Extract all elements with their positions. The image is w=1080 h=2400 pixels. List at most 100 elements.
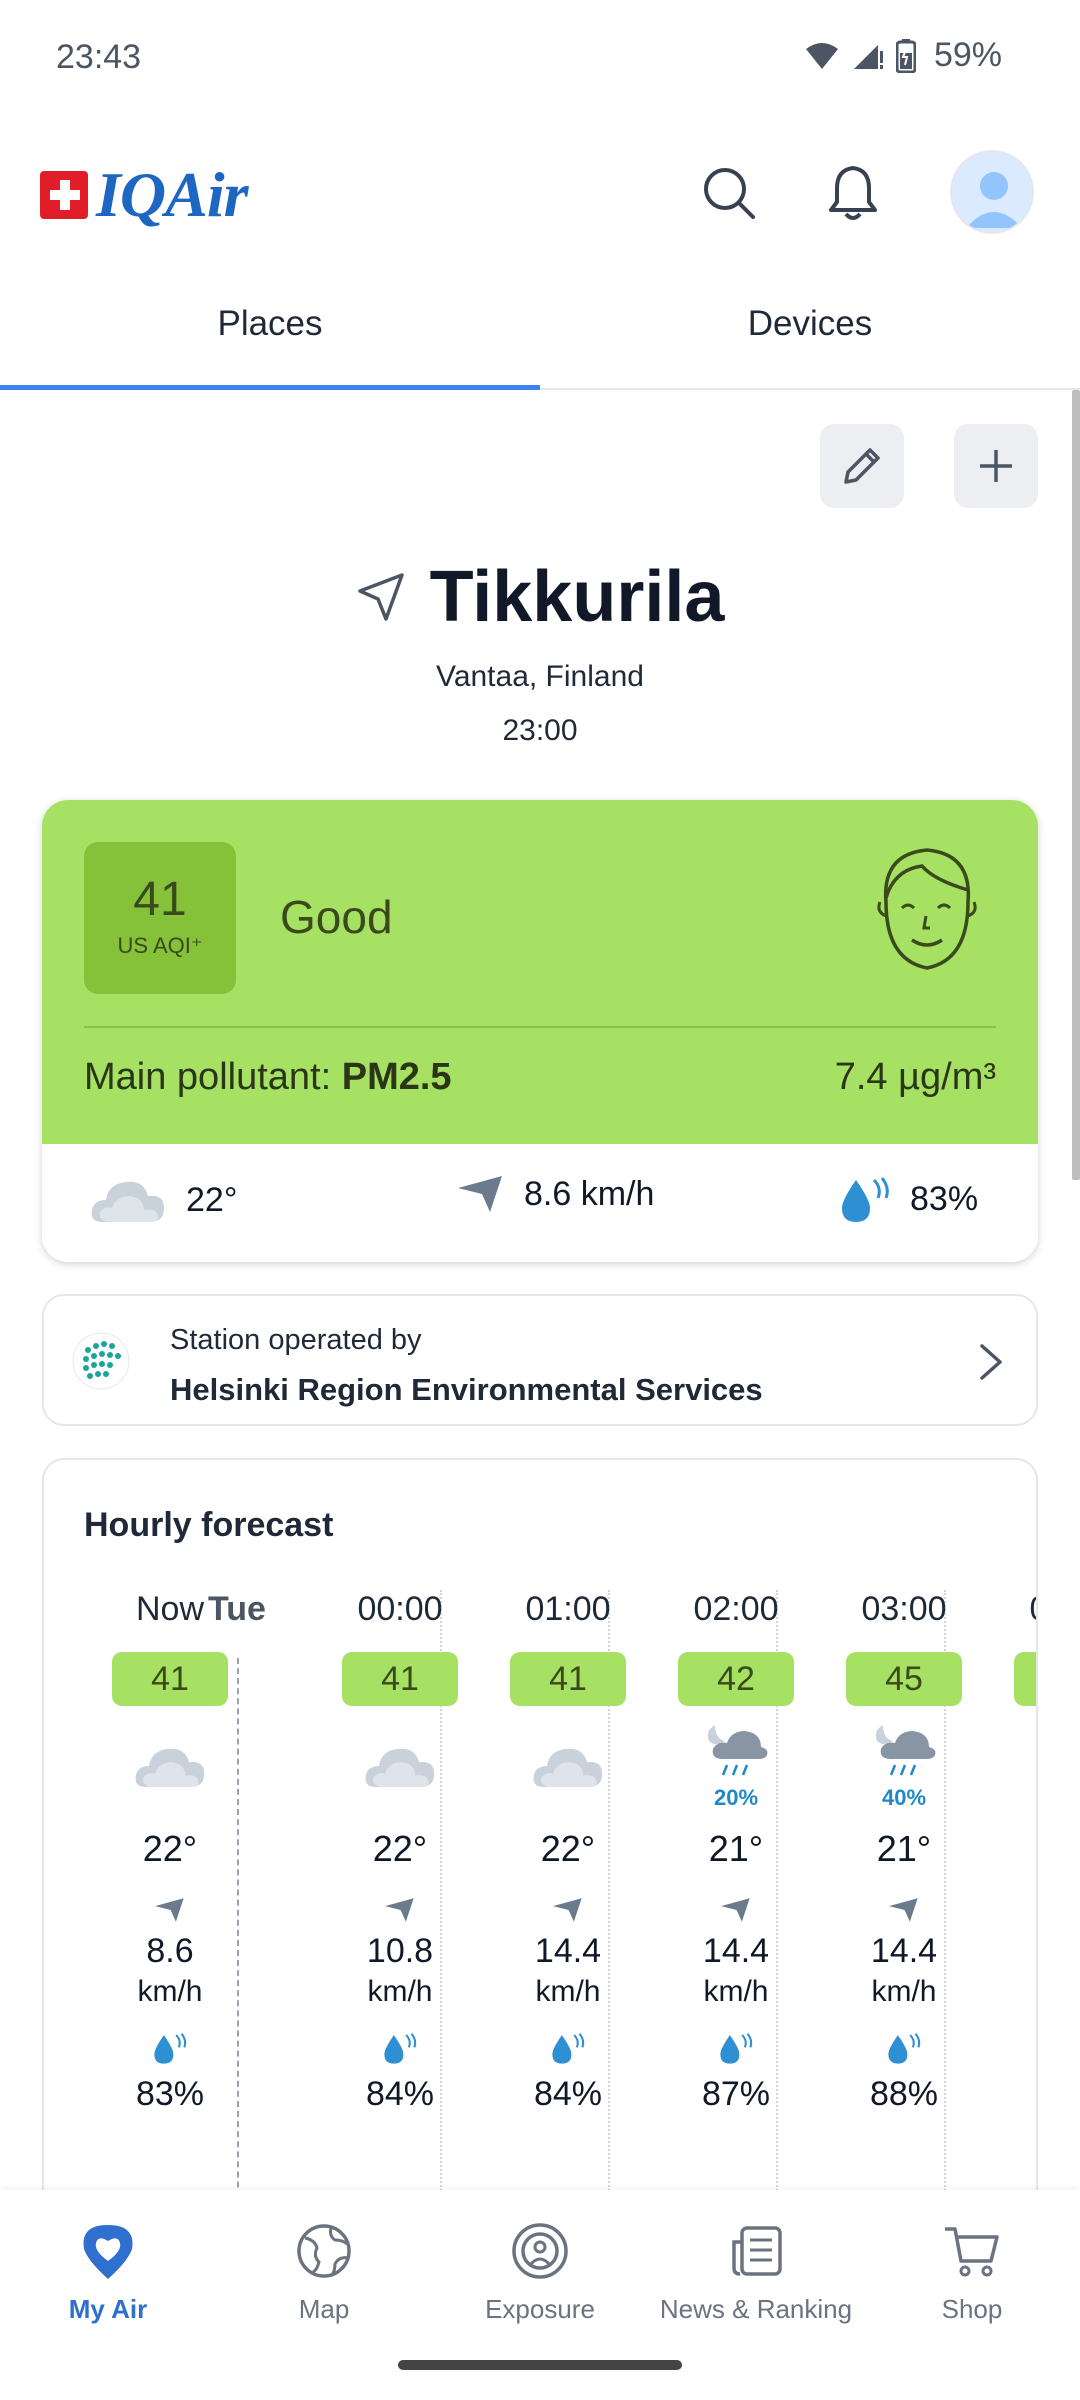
forecast-wind-speed: 14.4 <box>870 1932 938 1970</box>
forecast-wind-icon <box>484 1888 652 1932</box>
hourly-forecast-card[interactable]: Hourly forecast Tue Now 41 22° 8.6 km/h 83% 00… <box>42 1458 1038 2200</box>
aqi-level: Good <box>280 891 393 943</box>
forecast-aqi-badge: 41 <box>510 1652 626 1706</box>
forecast-time: 02:00 <box>693 1590 779 1628</box>
night-rain-icon <box>875 1725 936 1776</box>
forecast-wind-icon <box>820 1888 988 1932</box>
forecast-humidity-icon <box>988 2031 1036 2071</box>
nav-my-air[interactable]: My Air <box>0 2216 216 2325</box>
cloud-icon <box>1034 1741 1038 1791</box>
nav-exposure[interactable]: Exposure <box>432 2216 648 2325</box>
forecast-aqi-badge: 41 <box>342 1652 458 1706</box>
nav-shop[interactable]: Shop <box>864 2216 1080 2325</box>
signal-icon <box>853 44 883 69</box>
forecast-temperature: 22° <box>372 1828 428 1869</box>
forecast-wind-icon <box>316 1888 484 1932</box>
pollutant-concentration: 7.4 µg/m³ <box>834 1056 996 1098</box>
hsy-logo-icon <box>72 1332 130 1390</box>
humidity-drop-icon <box>720 2033 753 2064</box>
temperature-value: 22° <box>186 1180 238 1219</box>
forecast-hour-column: 03:00 45 40% 21° 14.4 km/h 88% <box>820 1590 988 2114</box>
forecast-aqi-badge: 46 <box>1014 1652 1036 1706</box>
nav-map[interactable]: Map <box>216 2216 432 2325</box>
edit-button[interactable] <box>820 424 904 508</box>
notifications-button[interactable] <box>814 154 892 232</box>
forecast-humidity-icon <box>86 2031 254 2071</box>
nav-label: My Air <box>68 2294 148 2324</box>
aqi-divider <box>84 1026 996 1028</box>
cart-icon <box>945 2227 999 2277</box>
forecast-rain-chance: 40% <box>881 1785 927 1810</box>
humidity-drop-icon <box>384 2033 417 2064</box>
forecast-wind-unit: km/h <box>137 1975 203 2008</box>
forecast-columns[interactable]: Tue Now 41 22° 8.6 km/h 83% 00:00 41 22° 10.8 km/h… <box>44 1590 1038 2200</box>
forecast-wind-speed: 14 <box>988 1932 1036 1971</box>
tab-places[interactable]: Places <box>0 268 540 390</box>
exposure-icon <box>512 2223 568 2279</box>
bell-icon <box>829 166 877 220</box>
forecast-wind-speed: 10.8 <box>366 1932 434 1970</box>
current-temperature: 22° <box>88 1174 237 1226</box>
battery-percent: 59% <box>933 36 1002 74</box>
forecast-temperature: 22° <box>142 1828 198 1869</box>
forecast-weather: 20% <box>652 1706 820 1826</box>
pencil-icon <box>844 448 880 484</box>
humidity-value: 83% <box>910 1179 979 1218</box>
forecast-title: Hourly forecast <box>84 1506 334 1544</box>
forecast-wind-unit: km/h <box>871 1975 937 2008</box>
add-place-button[interactable] <box>954 424 1038 508</box>
forecast-aqi-badge: 45 <box>846 1652 962 1706</box>
globe-icon <box>297 2224 351 2278</box>
forecast-wind-unit: km/h <box>703 1975 769 2008</box>
forecast-humidity-icon <box>820 2031 988 2071</box>
cloud-icon <box>365 1748 435 1787</box>
cloud-icon <box>533 1748 603 1787</box>
wind-direction-icon <box>889 1898 918 1922</box>
forecast-humidity: 92% <box>988 2075 1036 2114</box>
tab-devices[interactable]: Devices <box>540 268 1080 388</box>
forecast-hour-column: 02:00 42 20% 21° 14.4 km/h 87% <box>652 1590 820 2114</box>
chevron-right-icon <box>980 1344 1002 1380</box>
forecast-temperature: 21° <box>876 1828 932 1869</box>
forecast-hour-column: 04:00 46 19° 14 km/h 92% <box>988 1590 1038 2114</box>
forecast-humidity: 83% <box>135 2075 205 2113</box>
cloud-icon <box>135 1748 205 1787</box>
nav-news-ranking[interactable]: News & Ranking <box>648 2216 864 2325</box>
status-bar: 23:43 59% <box>0 0 1080 118</box>
status-time: 23:43 <box>56 38 142 76</box>
place-header: Tikkurila Vantaa, Finland 23:00 <box>0 556 1080 748</box>
main-pollutant: Main pollutant: PM2.5 <box>84 1056 452 1099</box>
forecast-wind-unit: km/h <box>367 1975 433 2008</box>
forecast-humidity: 84% <box>533 2075 603 2113</box>
forecast-time: Now <box>135 1590 205 1628</box>
wifi-icon <box>805 42 838 69</box>
scrollbar[interactable] <box>1072 390 1080 1180</box>
forecast-time: 00:00 <box>357 1590 443 1628</box>
forecast-wind-icon <box>86 1888 254 1932</box>
profile-avatar[interactable] <box>950 150 1034 234</box>
nav-label: Shop <box>941 2294 1003 2324</box>
place-time: 23:00 <box>502 714 578 747</box>
forecast-time: 01:00 <box>525 1590 611 1628</box>
battery-icon <box>895 38 916 73</box>
places-devices-tabs: Places Devices <box>0 268 1080 390</box>
forecast-wind-speed: 8.6 <box>146 1932 194 1970</box>
station-card[interactable]: Station operated by Helsinki Region Envi… <box>42 1294 1038 1426</box>
wind-value: 8.6 km/h <box>524 1174 655 1213</box>
forecast-time: 03:00 <box>861 1590 947 1628</box>
forecast-humidity: 88% <box>869 2075 939 2113</box>
forecast-temperature: 19° <box>988 1828 1036 1888</box>
home-indicator[interactable] <box>398 2360 682 2370</box>
search-button[interactable] <box>690 154 768 232</box>
forecast-humidity-icon <box>652 2031 820 2071</box>
wind-direction-icon <box>458 1176 502 1212</box>
forecast-rain-chance: 20% <box>713 1785 759 1810</box>
forecast-hour-column: 01:00 41 22° 14.4 km/h 84% <box>484 1590 652 2114</box>
current-humidity: 83% <box>838 1174 978 1224</box>
forecast-wind-icon <box>652 1888 820 1932</box>
forecast-hour-column: Now 41 22° 8.6 km/h 83% <box>86 1590 254 2114</box>
aqi-card[interactable]: 41 US AQI⁺ Good Main pollutant: PM2.5 7.… <box>42 800 1038 1262</box>
wind-direction-icon <box>385 1898 414 1922</box>
location-arrow-icon <box>357 573 404 621</box>
forecast-humidity: 87% <box>701 2075 771 2113</box>
